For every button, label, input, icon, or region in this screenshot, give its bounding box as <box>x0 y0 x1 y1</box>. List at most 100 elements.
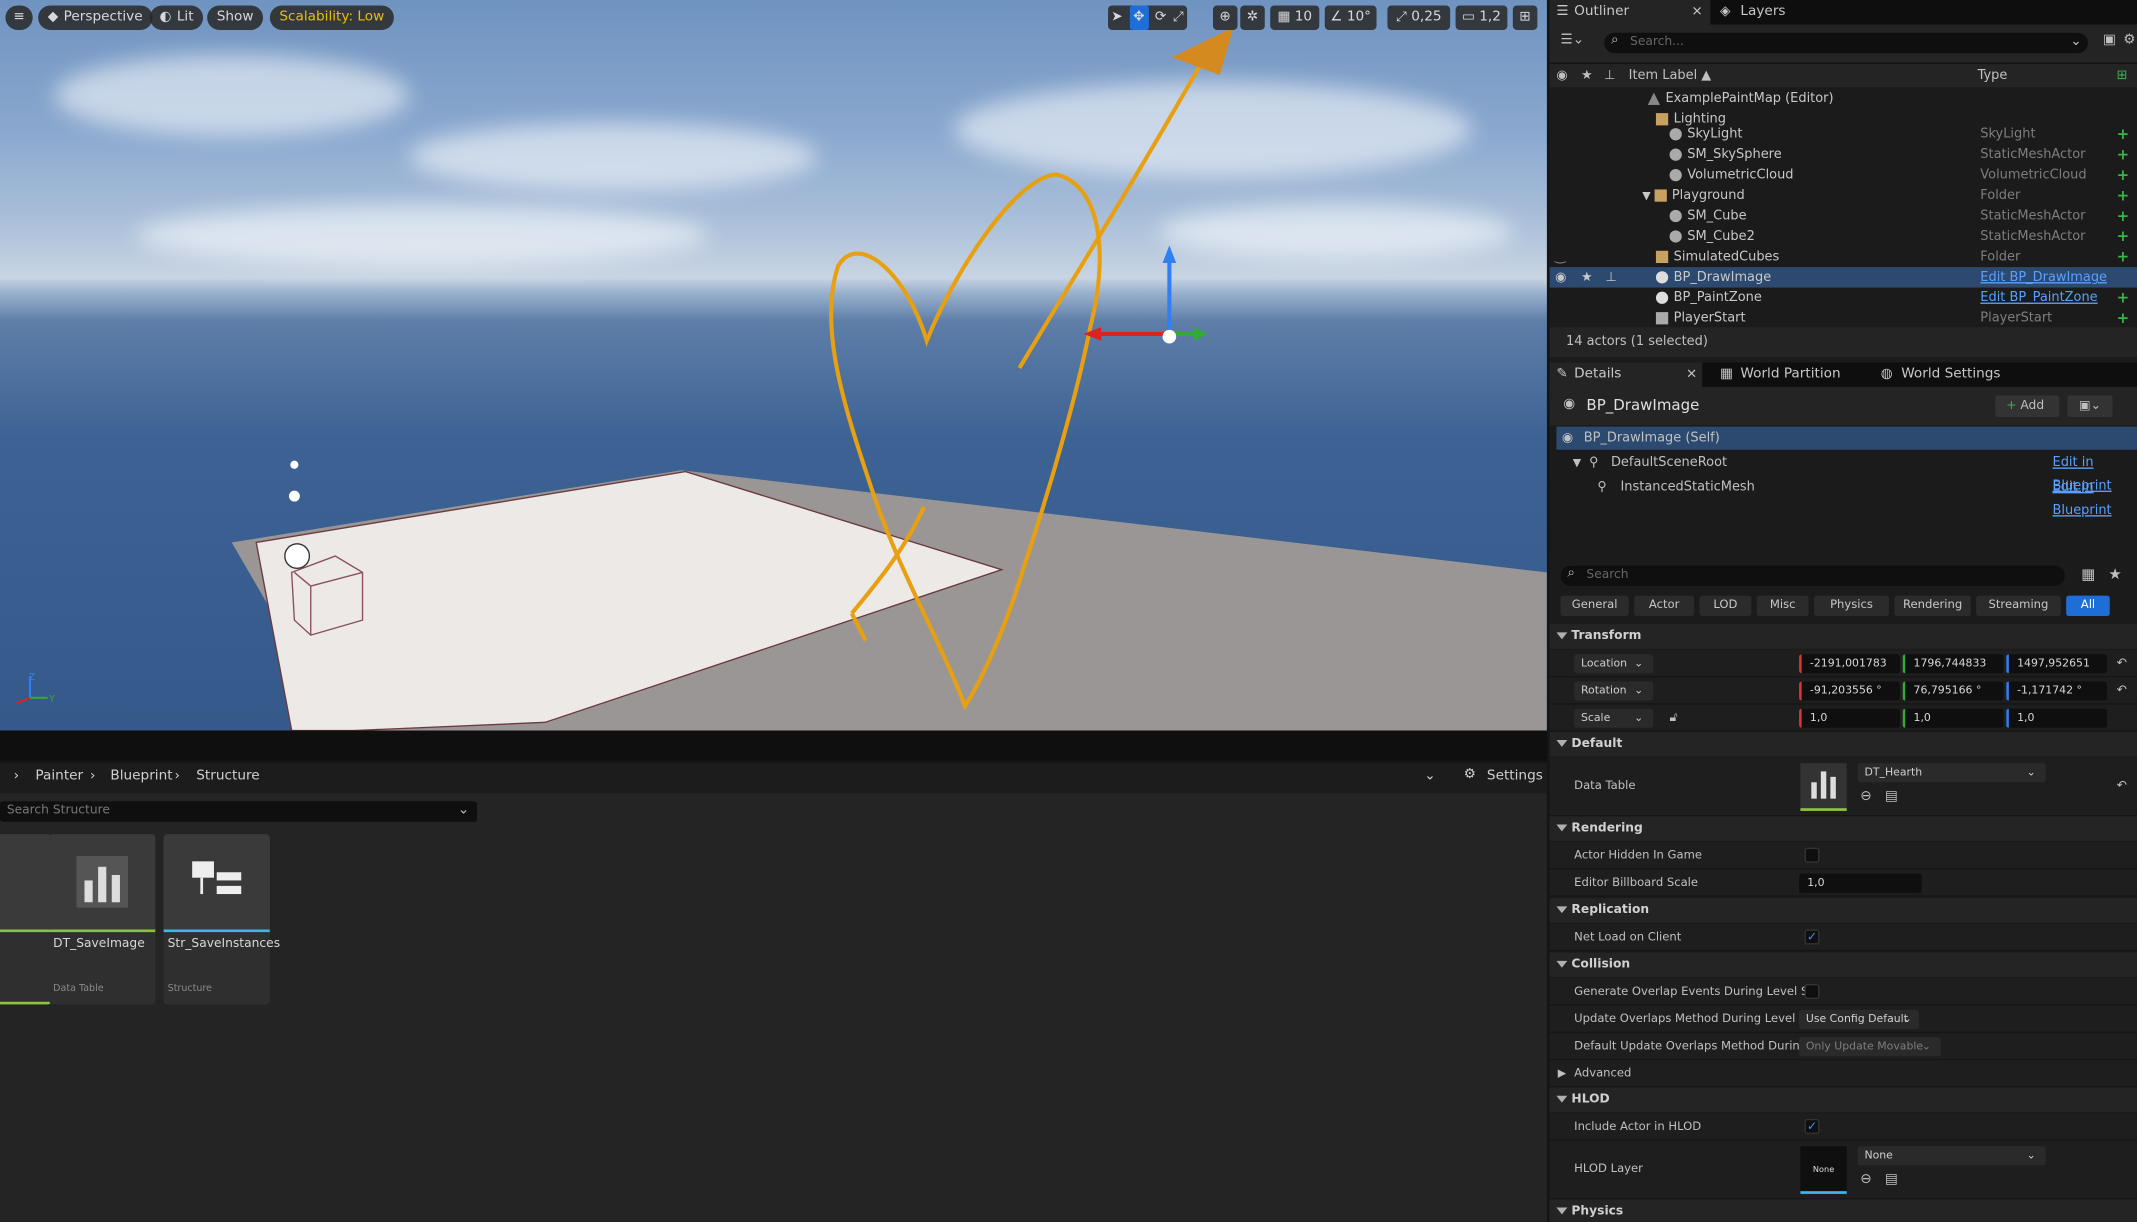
hlod-layer-dropdown[interactable]: None ⌄ <box>1857 1146 2046 1166</box>
select-icon[interactable]: ➤ <box>1111 5 1122 30</box>
component-row[interactable]: ▼ ⚲ DefaultSceneRoot Edit in Blueprint <box>1556 451 2137 493</box>
sky-light-icon[interactable] <box>290 460 299 469</box>
reset-arrow-icon[interactable]: ↶ <box>2117 677 2127 704</box>
perspective-button[interactable]: ◆ Perspective <box>38 5 153 30</box>
scale-y-field[interactable]: 1,0 <box>1902 708 2004 728</box>
col-item-label[interactable]: Item Label ▲ <box>1629 64 1712 89</box>
blueprint-options-button[interactable]: ▣⌄ <box>2067 395 2113 418</box>
table-view-icon[interactable]: ▦ <box>2081 566 2095 584</box>
scale-snap-toggle[interactable]: ⤢ 0,25 <box>1387 5 1451 30</box>
grid-snap-toggle[interactable]: ▦ 10 <box>1270 5 1320 30</box>
add-icon[interactable]: + <box>2117 144 2130 164</box>
viewport-layout-icon[interactable]: ⊞ <box>1512 5 1538 30</box>
chevron-down-icon[interactable]: ⌄ <box>1424 769 1435 784</box>
browse-icon[interactable]: ▤ <box>1885 1168 1898 1193</box>
col-type[interactable]: Type <box>1978 64 2008 89</box>
use-selected-icon[interactable]: ⊖ <box>1860 785 1871 810</box>
details-search-input[interactable]: ⌕ Search <box>1560 565 2065 587</box>
add-icon[interactable]: + <box>2117 206 2130 226</box>
surface-snap-icon[interactable]: ✲ <box>1240 5 1265 30</box>
filter-all[interactable]: All <box>2066 595 2110 617</box>
scale-z-field[interactable]: 1,0 <box>2006 708 2108 728</box>
filter-general[interactable]: General <box>1560 595 1629 617</box>
gizmo-center[interactable] <box>1162 329 1177 344</box>
lock-icon[interactable]: 🔓︎ <box>1670 705 1678 732</box>
visibility-column-eye-icon[interactable]: ◉ <box>1556 64 1567 89</box>
add-icon[interactable]: + <box>2117 185 2130 205</box>
scale-dropdown[interactable]: Scale ⌄ <box>1574 708 1654 728</box>
close-icon[interactable]: × <box>1686 363 1697 388</box>
location-y-field[interactable]: 1796,744833 <box>1902 654 2004 674</box>
breadcrumb-item[interactable]: Blueprint <box>110 769 172 784</box>
lit-button[interactable]: ◐ Lit <box>149 5 204 30</box>
chevron-down-icon[interactable]: ▼ <box>1642 189 1654 201</box>
billboard-scale-field[interactable]: 1,0 <box>1799 873 1922 893</box>
filter-misc[interactable]: Misc <box>1756 595 1809 617</box>
pin-column-icon[interactable]: ⊥ <box>1604 64 1615 89</box>
filter-lod[interactable]: LOD <box>1699 595 1752 617</box>
reset-arrow-icon[interactable]: ↶ <box>2117 650 2127 677</box>
outliner-row[interactable]: ExamplePaintMap (Editor) <box>1550 89 2137 109</box>
rotate-icon[interactable]: ⟳ <box>1155 5 1166 30</box>
favorite-column-star-icon[interactable]: ★ <box>1581 64 1593 89</box>
outliner-row-selected[interactable]: ◉ ★ ⊥ BP_DrawImage Edit BP_DrawImage <box>1549 267 2137 288</box>
section-rendering[interactable]: Rendering <box>1549 816 2137 841</box>
outliner-row[interactable]: SM_Cube StaticMeshActor + <box>1550 206 2137 226</box>
data-table-dropdown[interactable]: DT_Hearth ⌄ <box>1857 763 2046 783</box>
scale-x-field[interactable]: 1,0 <box>1799 708 1900 728</box>
tab-world-partition[interactable]: ▦ World Partition <box>1716 363 1866 388</box>
reset-arrow-icon[interactable]: ↶ <box>2117 758 2127 817</box>
breadcrumb-item[interactable]: Structure <box>196 769 259 784</box>
rotation-z-field[interactable]: -1,171742 ° <box>2006 681 2108 701</box>
edit-blueprint-link[interactable]: Edit BP_PaintZone <box>1980 288 2097 308</box>
show-button[interactable]: Show <box>207 5 264 30</box>
data-table-thumbnail[interactable] <box>1800 763 1847 811</box>
section-replication[interactable]: Replication <box>1549 898 2137 923</box>
level-viewport[interactable]: Z Y ≡ ◆ Perspective ◐ Lit Show Scalability… <box>0 0 1547 731</box>
add-icon[interactable]: + <box>2117 226 2130 246</box>
prop-advanced[interactable]: ▶ Advanced <box>1549 1060 2137 1088</box>
edit-blueprint-link[interactable]: Edit BP_DrawImage <box>1980 267 2107 287</box>
update-overlaps-dropdown[interactable]: Use Config Default ⌄ <box>1799 1009 1919 1029</box>
asset-tile-dt-saveimage[interactable]: DT_SaveImage Data Table <box>49 834 156 1005</box>
add-component-button[interactable]: + Add <box>1995 395 2060 418</box>
star-icon[interactable]: ★ <box>1581 267 1593 287</box>
rotation-y-field[interactable]: 76,795166 ° <box>1902 681 2004 701</box>
add-icon[interactable]: + <box>2117 247 2130 267</box>
outliner-row[interactable]: ‿ SimulatedCubes Folder + <box>1550 247 2137 267</box>
section-physics[interactable]: Physics <box>1549 1199 2137 1222</box>
asset-tile-str-saveinstances[interactable]: Str_SaveInstances Structure <box>163 834 280 1005</box>
rotation-dropdown[interactable]: Rotation ⌄ <box>1574 681 1654 701</box>
tab-layers[interactable]: ◈ Layers <box>1716 0 1825 25</box>
structure-search-input[interactable]: Search Structure ⌄ <box>0 801 478 822</box>
section-hlod[interactable]: HLOD <box>1549 1087 2137 1113</box>
outliner-row[interactable]: SkyLight SkyLight + <box>1550 124 2137 144</box>
location-dropdown[interactable]: Location ⌄ <box>1574 654 1654 674</box>
asset-tile-partial[interactable] <box>0 834 52 1005</box>
section-default[interactable]: Default <box>1549 731 2137 757</box>
section-transform[interactable]: Transform <box>1549 624 2137 649</box>
outliner-row[interactable]: SM_SkySphere StaticMeshActor + <box>1550 144 2137 164</box>
hidden-eye-icon[interactable]: ‿ <box>1555 247 1565 267</box>
close-icon[interactable]: × <box>1691 0 1702 25</box>
filter-physics[interactable]: Physics <box>1814 595 1889 617</box>
camera-speed-button[interactable]: ▭ 1,2 <box>1455 5 1508 30</box>
edit-in-blueprint-link[interactable]: Edit in Blueprint <box>2053 476 2137 522</box>
pin-icon[interactable]: ⊥ <box>1605 267 1616 287</box>
location-x-field[interactable]: -2191,001783 <box>1799 654 1900 674</box>
breadcrumb-item[interactable]: Painter <box>35 769 83 784</box>
scale-icon[interactable]: ⤢ <box>1173 5 1184 30</box>
gear-icon[interactable]: ⚙ <box>1464 767 1476 782</box>
location-z-field[interactable]: 1497,952651 <box>2006 654 2108 674</box>
outliner-search-input[interactable]: ⌕ Search... ⌄ <box>1604 32 2088 54</box>
tab-world-settings[interactable]: ◍ World Settings <box>1877 363 2027 388</box>
filter-icon[interactable]: ☰⌄ <box>1561 33 1585 48</box>
gear-icon[interactable]: ⚙ <box>2123 33 2135 48</box>
include-hlod-checkbox[interactable]: ✓ <box>1804 1118 1820 1134</box>
section-collision[interactable]: Collision <box>1549 952 2137 978</box>
net-load-checkbox[interactable]: ✓ <box>1804 929 1820 945</box>
transform-mode-group[interactable]: ➤ ✥ ⟳ ⤢ <box>1108 5 1188 30</box>
filter-streaming[interactable]: Streaming <box>1976 595 2061 617</box>
tab-details[interactable]: ✎ Details × <box>1549 362 1703 388</box>
actor-name[interactable]: BP_DrawImage <box>1586 397 1699 415</box>
